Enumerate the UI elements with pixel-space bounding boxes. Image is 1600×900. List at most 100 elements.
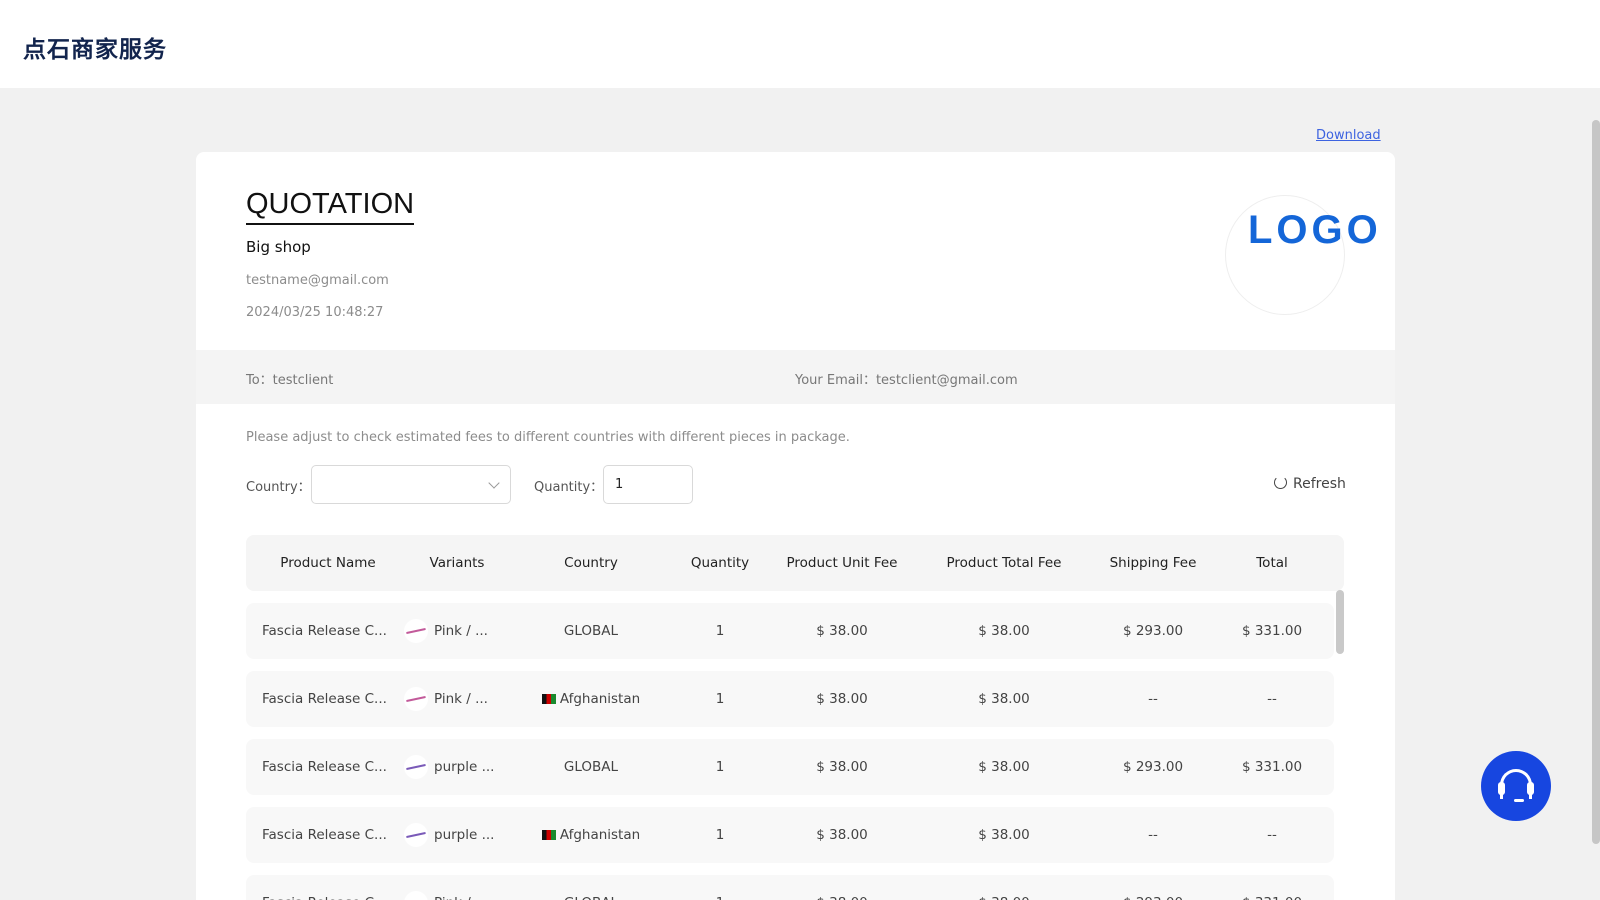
shipping-fee-text: $ 293.00 <box>1123 895 1183 900</box>
unit-fee-text: $ 38.00 <box>816 827 868 843</box>
shipping-fee-text: $ 293.00 <box>1122 759 1184 775</box>
product-total-fee-text: $ 38.00 <box>978 895 1030 900</box>
cell-variant: Pink / ... <box>404 603 506 659</box>
cell-country: Afghanistan <box>504 807 678 863</box>
refresh-label: Refresh <box>1293 476 1346 492</box>
cell-shipping-fee: -- <box>1086 807 1220 863</box>
cell-product-name: Fascia Release C... <box>262 603 404 659</box>
recipient-bar: To：testclient Your Email：testclient@gmai… <box>196 350 1395 404</box>
product-name-text: Fascia Release C... <box>262 691 387 707</box>
brand-logo-text[interactable]: 点石商家服务 <box>23 30 167 64</box>
country-text: Afghanistan <box>559 827 641 843</box>
table-scrollbar[interactable] <box>1336 590 1344 654</box>
country-text: Afghanistan <box>559 691 641 707</box>
top-bar: 点石商家服务 <box>0 0 1600 88</box>
total-text: $ 331.00 <box>1241 623 1303 639</box>
column-header: Product Name <box>280 555 376 571</box>
variant-thumbnail <box>404 687 428 711</box>
logo-text: LOGO <box>1248 208 1382 252</box>
quotation-title: QUOTATION <box>246 188 415 225</box>
country-text: GLOBAL <box>564 895 618 900</box>
table-row[interactable]: Fascia Release C... purple ... Afghanistan… <box>246 807 1334 863</box>
recipient-email: Your Email：testclient@gmail.com <box>795 373 1018 388</box>
shop-name: Big shop <box>246 238 311 256</box>
table-header: Product Name Variants Country Quantity P… <box>246 535 1344 591</box>
customer-support-button[interactable] <box>1481 751 1551 821</box>
cell-quantity: 1 <box>678 739 762 795</box>
cell-variant: purple ... <box>404 739 506 795</box>
product-name-text: Fascia Release C... <box>262 895 387 900</box>
cell-product-total-fee: $ 38.00 <box>922 603 1086 659</box>
table-row[interactable]: Fascia Release C... Pink / ... Afghanistan… <box>246 671 1334 727</box>
flag-icon <box>541 694 556 704</box>
download-link[interactable]: Download <box>1316 128 1381 143</box>
quantity-text: 1 <box>715 691 725 707</box>
cell-product-name: Fascia Release C... <box>262 739 404 795</box>
product-total-fee-text: $ 38.00 <box>978 827 1030 843</box>
fee-hint: Please adjust to check estimated fees to… <box>246 430 850 445</box>
variant-thumbnail <box>404 619 428 643</box>
shop-email: testname@gmail.com <box>246 273 389 288</box>
cell-unit-fee: $ 38.00 <box>762 671 922 727</box>
column-header: Total <box>1256 555 1288 571</box>
cell-shipping-fee: -- <box>1086 671 1220 727</box>
total-text: -- <box>1267 691 1277 707</box>
shipping-fee-text: -- <box>1148 691 1158 707</box>
recipient-to: To：testclient <box>246 373 334 388</box>
quantity-text: 1 <box>716 895 725 900</box>
column-header: Product Total Fee <box>946 555 1062 571</box>
cell-country: Afghanistan <box>504 671 678 727</box>
refresh-icon <box>1274 476 1287 489</box>
chevron-down-icon <box>488 477 500 489</box>
variant-thumbnail <box>404 755 428 779</box>
column-header: Product Unit Fee <box>786 555 898 571</box>
product-total-fee-text: $ 38.00 <box>978 623 1030 639</box>
column-header: Shipping Fee <box>1109 555 1197 571</box>
column-header: Variants <box>429 555 485 571</box>
product-name-text: Fascia Release C... <box>262 623 387 639</box>
cell-unit-fee: $ 38.00 <box>762 739 922 795</box>
cell-unit-fee: $ 38.00 <box>762 603 922 659</box>
column-header: Country <box>564 555 618 571</box>
total-text: $ 331.00 <box>1242 895 1302 900</box>
country-select[interactable] <box>311 465 511 504</box>
variant-thumbnail <box>404 891 428 900</box>
table-row[interactable]: Fascia Release C... Pink / ... GLOBAL 1 $ 38… <box>246 603 1334 659</box>
cell-shipping-fee: $ 293.00 <box>1086 603 1220 659</box>
cell-shipping-fee: $ 293.00 <box>1086 739 1220 795</box>
variant-text: Pink / ... <box>434 895 488 900</box>
product-total-fee-text: $ 38.00 <box>978 691 1030 707</box>
unit-fee-text: $ 38.00 <box>816 759 868 775</box>
cell-product-total-fee: $ 38.00 <box>922 739 1086 795</box>
total-text: $ 331.00 <box>1241 759 1303 775</box>
headset-icon <box>1498 769 1534 799</box>
country-text: GLOBAL <box>563 759 619 775</box>
cell-variant: purple ... <box>404 807 506 863</box>
cell-country: GLOBAL <box>504 875 678 900</box>
flag-icon <box>541 830 556 840</box>
table-row[interactable]: Fascia Release C... purple ... GLOBAL 1 $ 38… <box>246 739 1334 795</box>
cell-country: GLOBAL <box>504 603 678 659</box>
variant-text: purple ... <box>434 827 495 843</box>
refresh-button[interactable]: Refresh <box>1274 476 1346 492</box>
cell-total: $ 331.00 <box>1220 603 1324 659</box>
variant-thumbnail <box>404 823 428 847</box>
quantity-text: 1 <box>715 759 725 775</box>
cell-quantity: 1 <box>678 603 762 659</box>
cell-total: -- <box>1220 671 1324 727</box>
shipping-fee-text: -- <box>1148 827 1158 843</box>
unit-fee-text: $ 38.00 <box>816 623 868 639</box>
variant-text: Pink / ... <box>434 691 488 707</box>
cell-unit-fee: $ 38.00 <box>762 875 922 900</box>
product-name-text: Fascia Release C... <box>262 759 387 775</box>
cell-total: $ 331.00 <box>1220 875 1324 900</box>
country-label: Country： <box>246 480 311 495</box>
unit-fee-text: $ 38.00 <box>816 895 868 900</box>
quantity-input[interactable] <box>603 465 693 504</box>
country-text: GLOBAL <box>563 623 619 639</box>
page-scrollbar[interactable] <box>1592 120 1600 844</box>
cell-country: GLOBAL <box>504 739 678 795</box>
table-row[interactable]: Fascia Release C... Pink / ... GLOBAL 1 $ 38… <box>246 875 1334 900</box>
cell-variant: Pink / ... <box>404 671 506 727</box>
column-header: Quantity <box>690 555 750 571</box>
